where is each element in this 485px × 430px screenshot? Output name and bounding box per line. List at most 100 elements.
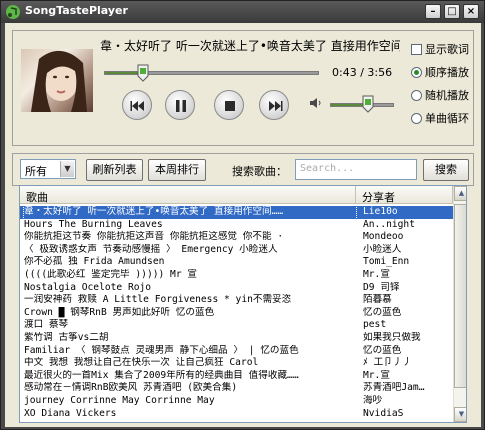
sharer-name: 陌暮慕 bbox=[363, 294, 392, 306]
list-item[interactable]: 一润安神药 救赎 A Little Forgiveness * yin不需妥恣 陌… bbox=[20, 294, 453, 307]
weekly-chart-button[interactable]: 本周排行 bbox=[148, 159, 206, 181]
sharer-name: An..night bbox=[363, 218, 415, 230]
list-item[interactable]: 你能抗拒这节奏 你能抗拒这声音 你能抗拒这感觉 你不能 · Mondeoo bbox=[20, 231, 453, 244]
sharer-name: NvidiaS bbox=[363, 407, 404, 419]
sharer-name: 苏青酒吧Jam… bbox=[363, 382, 425, 394]
show-lyrics-label: 显示歌词 bbox=[425, 43, 469, 56]
song-title: XO Diana Vickers bbox=[24, 407, 117, 419]
volume-icon[interactable] bbox=[308, 95, 324, 111]
shuffle-play-radio[interactable]: 随机播放 bbox=[411, 87, 469, 103]
sequential-label: 顺序播放 bbox=[425, 66, 469, 79]
pause-button[interactable] bbox=[165, 90, 195, 120]
song-title: 感动常在－情调RnB欧美风 苏青酒吧 (欧美合集) bbox=[24, 382, 238, 394]
previous-button[interactable] bbox=[122, 90, 152, 120]
song-title: 紫竹调 古筝vs二胡 bbox=[24, 331, 109, 343]
song-title: ((((此歌必红 鉴定完毕 ))))) Mr 宣 bbox=[24, 268, 197, 280]
window-title: SongTastePlayer bbox=[25, 4, 128, 17]
scroll-down-button[interactable]: ▼ bbox=[454, 407, 466, 422]
song-title: 一润安神药 救赎 A Little Forgiveness * yin不需妥恣 bbox=[24, 294, 292, 306]
radio-dot bbox=[411, 113, 422, 124]
volume-handle[interactable] bbox=[362, 95, 374, 113]
sharer-name: 海吵 bbox=[363, 394, 383, 406]
list-item[interactable]: 最近很火的一首Mix 集合了2009年所有的经典曲目 值得收藏…… Mr.宣 bbox=[20, 370, 453, 383]
toolbar-panel: 所有 ▼ 刷新列表 本周排行 搜索歌曲： Search... 搜索 bbox=[12, 153, 474, 186]
sharer-name: Lie10o bbox=[363, 206, 398, 217]
pause-icon bbox=[176, 100, 186, 112]
sharer-name: Mr.宣 bbox=[363, 369, 390, 381]
search-input[interactable]: Search... bbox=[295, 159, 417, 180]
sharer-name: 小睑迷人 bbox=[363, 243, 402, 255]
list-item[interactable]: 感动常在－情调RnB欧美风 苏青酒吧 (欧美合集) 苏青酒吧Jam… bbox=[20, 382, 453, 395]
player-panel: 韋・太好听了 听一次就迷上了•唤音太美了 直接用作空间… 0:43 / 3:56 bbox=[12, 30, 474, 146]
scroll-thumb[interactable] bbox=[454, 204, 466, 388]
next-icon bbox=[269, 101, 283, 111]
list-item[interactable]: journey Corrinne May Corrinne May 海吵 bbox=[20, 395, 453, 408]
list-item[interactable]: 紫竹调 古筝vs二胡 如果我只做我 bbox=[20, 332, 453, 345]
scroll-up-button[interactable]: ▲ bbox=[454, 186, 466, 201]
vertical-scrollbar[interactable]: ▲ ▼ bbox=[453, 186, 466, 422]
category-select[interactable]: 所有 ▼ bbox=[20, 159, 76, 179]
list-item[interactable]: 中文 我想 我想让自己在快乐一次 让自己疯狂 Carol ﾒ 工卩丿丿 bbox=[20, 357, 453, 370]
column-header-song[interactable]: 歌曲 bbox=[20, 186, 356, 204]
song-title: 中文 我想 我想让自己在快乐一次 让自己疯狂 Carol bbox=[24, 357, 259, 369]
sharer-name: D9 司铎 bbox=[363, 281, 400, 293]
song-title: Crown █ 钢琴RnB 男声如此好听 忆の蓝色 bbox=[24, 306, 215, 318]
radio-dot bbox=[411, 67, 422, 78]
client-area: 韋・太好听了 听一次就迷上了•唤音太美了 直接用作空间… 0:43 / 3:56 bbox=[5, 23, 481, 427]
show-lyrics-checkbox[interactable]: 显示歌词 bbox=[411, 41, 469, 57]
radio-dot bbox=[411, 90, 422, 101]
chevron-down-icon[interactable]: ▼ bbox=[60, 161, 74, 177]
list-item[interactable]: Nostalgia Ocelote Rojo D9 司铎 bbox=[20, 282, 453, 295]
album-art-image bbox=[31, 50, 87, 112]
sharer-name: Tomi_Enn bbox=[363, 256, 410, 268]
list-item[interactable]: Familiar 〈 钢琴鼓点 灵魂男声 静下心细品 〉 | 忆の蓝色 忆の蓝色 bbox=[20, 345, 453, 358]
list-rows: 韋・太好听了 听一次就迷上了•唤音太美了 直接用作空间…… Lie10o Hours… bbox=[20, 205, 453, 421]
app-window: SongTastePlayer – □ × 韋・太好听了 听一次就迷上了•唤音太… bbox=[0, 0, 485, 430]
next-button[interactable] bbox=[259, 90, 289, 120]
time-readout: 0:43 / 3:56 bbox=[332, 66, 392, 79]
sharer-name: 如果我只做我 bbox=[363, 331, 421, 343]
repeat-one-radio[interactable]: 单曲循环 bbox=[411, 110, 469, 126]
now-playing-title: 韋・太好听了 听一次就迷上了•唤音太美了 直接用作空间… bbox=[100, 39, 400, 53]
sharer-name: ﾒ 工卩丿丿 bbox=[363, 357, 412, 369]
album-art bbox=[21, 49, 93, 112]
sharer-name: 忆の蓝色 bbox=[363, 344, 402, 356]
column-header-sharer[interactable]: 分享者 bbox=[356, 186, 453, 204]
close-button[interactable]: × bbox=[463, 4, 479, 19]
song-title: Familiar 〈 钢琴鼓点 灵魂男声 静下心细品 〉 | 忆の蓝色 bbox=[24, 344, 299, 356]
progress-handle[interactable] bbox=[137, 64, 149, 82]
song-title: 渡口 蔡琴 bbox=[24, 319, 69, 331]
sequential-play-radio[interactable]: 顺序播放 bbox=[411, 64, 469, 80]
refresh-list-button[interactable]: 刷新列表 bbox=[86, 159, 143, 181]
shuffle-label: 随机播放 bbox=[425, 89, 469, 102]
title-bar[interactable]: SongTastePlayer – □ × bbox=[1, 1, 484, 23]
list-item[interactable]: 〈 极致诱惑女声 节奏动感慢摇 〉 Emergency 小睑迷人 小睑迷人 bbox=[20, 244, 453, 257]
song-title: 你不必孤 独 Frida Amundsen bbox=[24, 256, 165, 268]
stop-button[interactable] bbox=[214, 90, 244, 120]
sharer-name: Mondeoo bbox=[363, 231, 404, 243]
song-title: 你能抗拒这节奏 你能抗拒这声音 你能抗拒这感觉 你不能 · bbox=[24, 231, 284, 243]
sharer-name: pest bbox=[363, 319, 387, 331]
list-header: 歌曲 分享者 bbox=[20, 186, 453, 204]
minimize-button[interactable]: – bbox=[425, 4, 441, 19]
sharer-name: 忆の蓝色 bbox=[363, 306, 402, 318]
time-separator: / bbox=[360, 66, 364, 79]
list-item[interactable]: 你不必孤 独 Frida Amundsen Tomi_Enn bbox=[20, 256, 453, 269]
song-title: journey Corrinne May Corrinne May bbox=[24, 394, 215, 406]
list-item[interactable]: 韋・太好听了 听一次就迷上了•唤音太美了 直接用作空间…… Lie10o bbox=[20, 205, 453, 220]
list-item[interactable]: Crown █ 钢琴RnB 男声如此好听 忆の蓝色 忆の蓝色 bbox=[20, 307, 453, 320]
song-title: 韋・太好听了 听一次就迷上了•唤音太美了 直接用作空间…… bbox=[23, 205, 357, 220]
list-item[interactable]: ((((此歌必红 鉴定完毕 ))))) Mr 宣 Mr.宣 bbox=[20, 269, 453, 282]
maximize-button[interactable]: □ bbox=[444, 4, 460, 19]
list-item[interactable]: 渡口 蔡琴 pest bbox=[20, 319, 453, 332]
list-item[interactable]: Hours The Burning Leaves An..night bbox=[20, 219, 453, 232]
song-title: 〈 极致诱惑女声 节奏动感慢摇 〉 Emergency 小睑迷人 bbox=[24, 243, 278, 255]
elapsed-time: 0:43 bbox=[332, 66, 357, 79]
stop-icon bbox=[225, 101, 235, 111]
sharer-name: Mr.宣 bbox=[363, 268, 390, 280]
app-icon bbox=[6, 5, 20, 19]
search-button[interactable]: 搜索 bbox=[423, 159, 469, 181]
song-title: Nostalgia Ocelote Rojo bbox=[24, 281, 152, 293]
song-list: 歌曲 分享者 韋・太好听了 听一次就迷上了•唤音太美了 直接用作空间…… Lie1… bbox=[19, 185, 467, 423]
list-item[interactable]: XO Diana Vickers NvidiaS bbox=[20, 408, 453, 421]
